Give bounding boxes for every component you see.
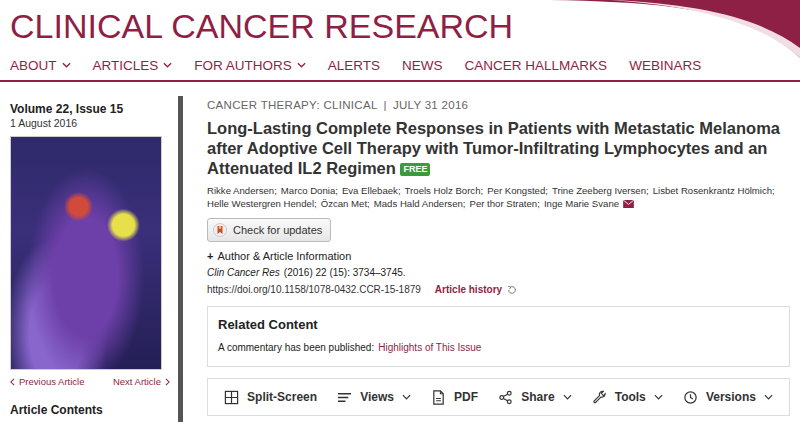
nav-item[interactable]: ABOUT [10,56,71,74]
previous-article-link[interactable]: Previous Article [10,376,84,387]
author-name[interactable]: Lisbet Rosenkrantz Hölmich; [653,184,775,197]
chevron-down-icon [563,394,572,400]
chevron-down-icon [62,62,71,68]
nav-item[interactable]: ARTICLES [93,56,173,74]
toolbar-button[interactable]: Share [498,390,571,405]
content-area: Volume 22, Issue 151 August 2016 Previous… [0,82,800,422]
related-title: Related Content [218,317,779,333]
wrench-icon [592,390,607,405]
journal-cover[interactable] [10,136,162,370]
related-content: Related Content A commentary has been pub… [207,306,790,367]
author-name[interactable]: Rikke Andersen; [207,184,277,197]
doi-row: https://doi.org/10.1158/1078-0432.CCR-15… [207,283,790,297]
header-swoosh-icon [550,0,800,58]
issue-date: 1 August 2016 [10,116,170,130]
nav-item[interactable]: NEWS [402,56,443,74]
site-header: CLINICAL CANCER RESEARCH [0,0,800,52]
chevron-right-icon [165,378,170,386]
related-link[interactable]: Highlights of This Issue [378,341,481,354]
author-name[interactable]: Özcan Met; [321,197,370,210]
main-nav: ABOUT ARTICLES FOR AUTHORS ALERTS NEWS CANCER… [0,52,800,82]
article-history-link[interactable]: Article history [435,283,517,297]
chevron-down-icon [654,394,663,400]
next-article-link[interactable]: Next Article [113,376,170,387]
toolbar-button[interactable]: Tools [592,390,663,405]
article-meta: CANCER THERAPY: CLINICAL|JULY 31 2016 [207,98,790,112]
chevron-down-icon [163,62,172,68]
article-pager: Previous Article Next Article [10,376,170,387]
author-name[interactable]: Per Kongsted; [487,184,548,197]
author-name[interactable]: Marco Donia; [281,184,338,197]
toolbar-button[interactable]: PDF [431,390,478,405]
nav-item[interactable]: ALERTS [328,56,380,74]
author-name[interactable]: Trine Zeeberg Iversen; [552,184,649,197]
nav-item[interactable]: FOR AUTHORS [194,56,306,74]
views-icon [337,390,352,405]
article-contents-heading: Article Contents [10,403,170,417]
doi-link[interactable]: https://doi.org/10.1158/1078-0432.CCR-15… [207,283,421,297]
author-name[interactable]: Per thor Straten; [469,197,539,210]
chevron-down-icon [764,394,773,400]
versions-icon [683,390,698,405]
author-info-toggle[interactable]: +Author & Article Information [207,249,790,263]
bookmark-icon [213,223,227,237]
author-list: Rikke Andersen; Marco Donia; Eva Ellebaek;… [207,184,790,210]
issue-title[interactable]: Volume 22, Issue 15 [10,102,170,116]
free-badge: FREE [400,163,430,176]
article-toolbar: Split-Screen Views PDF Share Tools Versions [207,378,790,416]
share-icon [498,390,513,405]
author-name[interactable]: Mads Hald Andersen; [374,197,466,210]
related-text: A commentary has been published:Highligh… [218,341,779,354]
chevron-down-icon [402,394,411,400]
author-name[interactable]: Troels Holz Borch; [405,184,484,197]
toolbar-button[interactable]: Versions [683,390,773,405]
envelope-icon[interactable] [623,200,634,208]
nav-item[interactable]: WEBINARS [629,56,701,74]
scrollbar[interactable] [178,96,183,422]
chevron-down-icon [297,62,306,68]
pdf-icon [431,390,446,405]
history-icon [507,285,517,295]
citation: Clin Cancer Res(2016) 22 (15): 3734–3745… [207,266,790,280]
article-title: Long-Lasting Complete Responses in Patie… [207,118,790,178]
check-updates-button[interactable]: Check for updates [207,218,331,242]
nav-item[interactable]: CANCER HALLMARKS [465,56,608,74]
author-name[interactable]: Eva Ellebaek; [342,184,401,197]
chevron-left-icon [10,378,15,386]
site-logo[interactable]: CLINICAL CANCER RESEARCH [0,0,513,45]
sidebar: Volume 22, Issue 151 August 2016 Previous… [0,82,170,422]
author-name[interactable]: Helle Westergren Hendel; [207,197,317,210]
author-name[interactable]: Inge Marie Svane [544,197,619,210]
split-screen-icon [224,390,239,405]
toolbar-button[interactable]: Views [337,390,411,405]
page: CLINICAL CANCER RESEARCH ABOUT ARTICLES FOR… [0,0,800,422]
toolbar-button[interactable]: Split-Screen [224,390,317,405]
article-main: CANCER THERAPY: CLINICAL|JULY 31 2016 Lon… [183,82,800,422]
